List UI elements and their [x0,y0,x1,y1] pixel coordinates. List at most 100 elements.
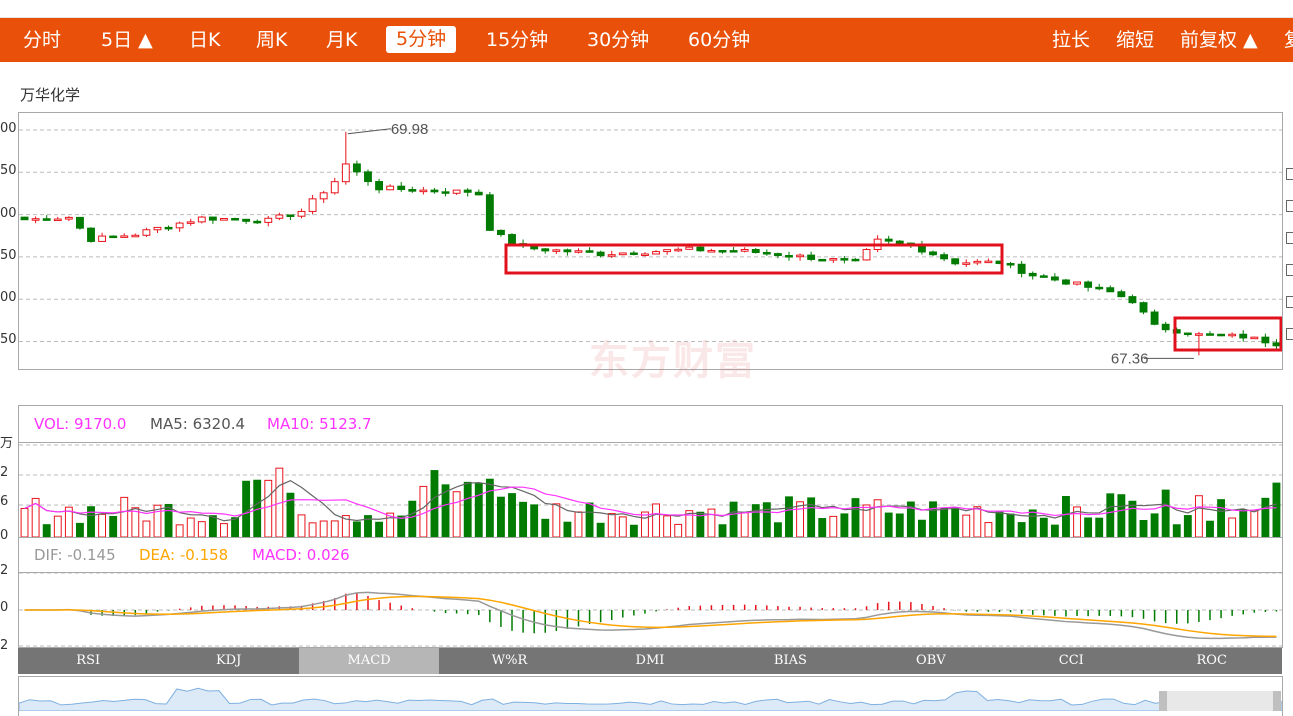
candle-body [364,171,372,183]
macd-axis-label: 0 [0,600,9,615]
candle-body [397,185,406,191]
candle-body [552,249,561,252]
candle-body [563,249,572,253]
volume-bar [729,501,738,537]
range-handle-left[interactable] [1159,691,1167,711]
volume-bar [1150,513,1159,537]
candle-body [718,250,727,253]
candle-body [242,218,251,222]
adjust-dropdown[interactable]: 前复权 ▲ [1180,18,1258,62]
tab-weekly-k[interactable]: 周K [256,18,287,62]
candle-body [64,216,73,220]
volume-bar [308,522,317,537]
volume-bar [917,519,926,537]
tab-obv[interactable]: OBV [861,648,1001,674]
candle-body [352,163,361,173]
tab-monthly-k[interactable]: 月K [326,18,357,62]
volume-bar [785,496,793,537]
volume-bar [42,524,51,537]
dea-line [24,595,1277,638]
candle-body [1194,333,1203,336]
candle-body [98,235,107,242]
kline-panel[interactable]: 东方财富 69.98 67.36 [18,112,1283,384]
candle-body [685,246,694,250]
candle-body [851,258,860,262]
tab-cci[interactable]: CCI [1001,648,1141,674]
candle-body [474,191,483,196]
tab-dmi[interactable]: DMI [580,648,720,674]
tab-rsi[interactable]: RSI [18,648,158,674]
tab-15min[interactable]: 15分钟 [486,18,548,62]
candle-body [618,252,627,256]
volume-bar [220,523,228,537]
candle-body [829,258,838,261]
volume-bar [519,501,528,537]
more-tab[interactable]: 复 [1284,18,1293,62]
tab-60min[interactable]: 60分钟 [688,18,750,62]
volume-bar [973,506,982,537]
candle-body [596,251,605,257]
volume-bar [87,506,95,537]
ma-checkbox[interactable] [1286,232,1293,244]
range-window[interactable] [1159,691,1281,711]
volume-bar [186,517,195,537]
volume-bar [884,512,893,537]
range-handle-right[interactable] [1273,691,1281,711]
volume-bar [1117,494,1126,537]
volume-chart [19,444,1282,537]
volume-bar [1084,517,1093,537]
price-axis-label: 50 [0,163,17,178]
candle-body [1228,333,1237,337]
min-label: 67.36 [1111,350,1149,367]
volume-bar [430,470,439,537]
stock-name: 万华化学 [20,86,81,104]
candle-body [1139,302,1148,313]
volume-bar [375,521,384,537]
volume-bar [629,524,638,537]
candle-body [386,185,395,191]
candle-body [330,181,339,194]
candle-body [1150,311,1159,325]
tab-roc[interactable]: ROC [1142,648,1282,674]
tab-minute[interactable]: 分时 [23,18,61,62]
volume-bar [563,521,572,537]
volume-bar [1228,517,1237,537]
volume-bar [120,496,129,537]
candle-body [120,235,129,238]
tab-30min[interactable]: 30分钟 [587,18,649,62]
candle-body [574,250,583,253]
macd-axis-label: 2 [0,638,9,653]
ma-checkbox[interactable] [1286,296,1293,308]
candle-body [1217,333,1226,337]
candle-body [984,260,993,264]
tab-macd[interactable]: MACD [298,648,440,674]
candle-body [1183,332,1192,336]
tab-bias[interactable]: BIAS [720,648,860,674]
ma-checkbox[interactable] [1286,328,1293,340]
indicator-tabbar: RSI KDJ MACD W%R DMI BIAS OBV CCI ROC [18,648,1282,674]
tab-5min[interactable]: 5分钟 [386,26,457,53]
tab-daily-k[interactable]: 日K [189,18,220,62]
volume-panel[interactable]: VOL: 9170.0 MA5: 6320.4 MA10: 5123.7 [18,405,1283,538]
candle-body [696,246,705,252]
volume-bar [552,503,561,537]
macd-panel[interactable]: DIF: -0.145 DEA: -0.158 MACD: 0.026 [18,538,1283,648]
tab-kdj[interactable]: KDJ [158,648,298,674]
candle-body [175,222,184,229]
volume-bar [1206,520,1214,537]
tab-5day[interactable]: 5日 ▲ [101,18,153,62]
tab-wr[interactable]: W%R [439,648,579,674]
shrink-button[interactable]: 缩短 [1116,18,1154,62]
volume-bar [641,511,649,537]
volume-bar [984,522,993,537]
ma-checkbox[interactable] [1286,264,1293,276]
candle-body [220,218,228,221]
candle-body [1039,275,1048,278]
range-overview[interactable] [18,676,1283,716]
ma-checkbox[interactable] [1286,168,1293,180]
volume-bar [1039,517,1048,537]
candle-body [485,194,494,231]
stretch-button[interactable]: 拉长 [1052,18,1090,62]
candle-body [762,252,771,255]
ma-checkbox[interactable] [1286,200,1293,212]
